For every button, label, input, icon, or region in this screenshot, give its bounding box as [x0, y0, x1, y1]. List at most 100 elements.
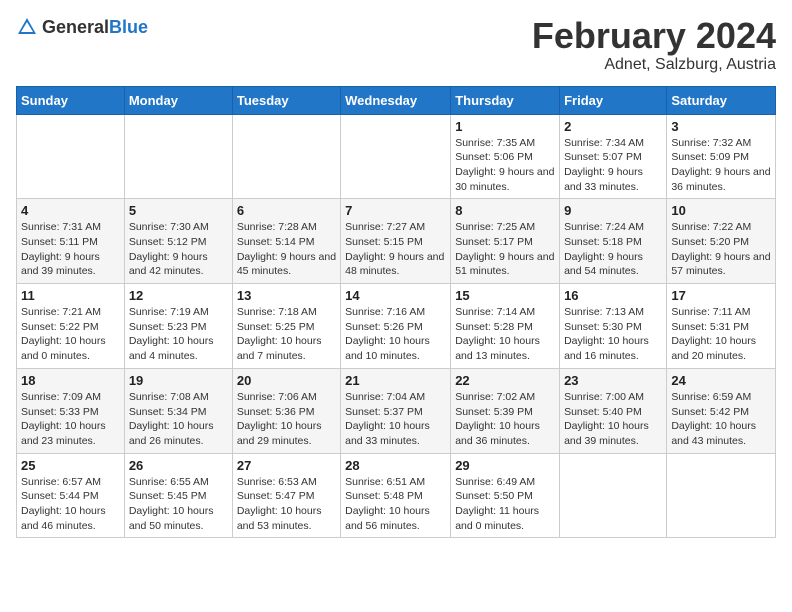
day-number: 26 — [129, 458, 228, 473]
day-number: 10 — [671, 203, 771, 218]
day-cell: 26 Sunrise: 6:55 AM Sunset: 5:45 PM Dayli… — [124, 453, 232, 538]
day-number: 11 — [21, 288, 120, 303]
day-number: 9 — [564, 203, 662, 218]
day-number: 18 — [21, 373, 120, 388]
day-number: 22 — [455, 373, 555, 388]
day-cell: 24Sunrise: 6:59 AM Sunset: 5:42 PM Dayli… — [667, 368, 776, 453]
day-cell: 1 Sunrise: 7:35 AM Sunset: 5:06 PM Daylig… — [451, 114, 560, 199]
day-cell — [341, 114, 451, 199]
day-number: 25 — [21, 458, 120, 473]
day-cell: 25Sunrise: 6:57 AM Sunset: 5:44 PM Dayli… — [17, 453, 125, 538]
day-cell: 21Sunrise: 7:04 AM Sunset: 5:37 PM Dayli… — [341, 368, 451, 453]
day-info: Sunrise: 7:31 AM Sunset: 5:11 PM Dayligh… — [21, 220, 120, 279]
day-number: 12 — [129, 288, 228, 303]
day-cell — [560, 453, 667, 538]
day-info: Sunrise: 7:11 AM Sunset: 5:31 PM Dayligh… — [671, 305, 771, 364]
day-cell — [232, 114, 340, 199]
day-cell: 20 Sunrise: 7:06 AM Sunset: 5:36 PM Dayli… — [232, 368, 340, 453]
day-cell: 9 Sunrise: 7:24 AM Sunset: 5:18 PM Daylig… — [560, 199, 667, 284]
day-info: Sunrise: 7:34 AM Sunset: 5:07 PM Dayligh… — [564, 136, 662, 195]
day-info: Sunrise: 6:51 AM Sunset: 5:48 PM Dayligh… — [345, 475, 446, 534]
day-info: Sunrise: 7:14 AM Sunset: 5:28 PM Dayligh… — [455, 305, 555, 364]
day-cell: 10 Sunrise: 7:22 AM Sunset: 5:20 PM Dayli… — [667, 199, 776, 284]
day-number: 16 — [564, 288, 662, 303]
day-number: 19 — [129, 373, 228, 388]
day-cell — [667, 453, 776, 538]
week-row-5: 25Sunrise: 6:57 AM Sunset: 5:44 PM Dayli… — [17, 453, 776, 538]
logo-blue: Blue — [109, 17, 148, 37]
day-cell: 11Sunrise: 7:21 AM Sunset: 5:22 PM Dayli… — [17, 284, 125, 369]
day-info: Sunrise: 7:04 AM Sunset: 5:37 PM Dayligh… — [345, 390, 446, 449]
day-info: Sunrise: 7:19 AM Sunset: 5:23 PM Dayligh… — [129, 305, 228, 364]
day-cell: 3Sunrise: 7:32 AM Sunset: 5:09 PM Daylig… — [667, 114, 776, 199]
day-header-saturday: Saturday — [667, 86, 776, 114]
day-info: Sunrise: 7:27 AM Sunset: 5:15 PM Dayligh… — [345, 220, 446, 279]
day-info: Sunrise: 7:30 AM Sunset: 5:12 PM Dayligh… — [129, 220, 228, 279]
day-info: Sunrise: 7:16 AM Sunset: 5:26 PM Dayligh… — [345, 305, 446, 364]
day-number: 27 — [237, 458, 336, 473]
day-cell: 5Sunrise: 7:30 AM Sunset: 5:12 PM Daylig… — [124, 199, 232, 284]
day-cell: 14 Sunrise: 7:16 AM Sunset: 5:26 PM Dayli… — [341, 284, 451, 369]
day-info: Sunrise: 7:02 AM Sunset: 5:39 PM Dayligh… — [455, 390, 555, 449]
day-info: Sunrise: 7:24 AM Sunset: 5:18 PM Dayligh… — [564, 220, 662, 279]
day-info: Sunrise: 6:55 AM Sunset: 5:45 PM Dayligh… — [129, 475, 228, 534]
day-number: 3 — [671, 119, 771, 134]
calendar-table: SundayMondayTuesdayWednesdayThursdayFrid… — [16, 86, 776, 539]
day-number: 14 — [345, 288, 446, 303]
day-cell: 4Sunrise: 7:31 AM Sunset: 5:11 PM Daylig… — [17, 199, 125, 284]
day-header-friday: Friday — [560, 86, 667, 114]
week-row-4: 18 Sunrise: 7:09 AM Sunset: 5:33 PM Dayli… — [17, 368, 776, 453]
day-cell: 19 Sunrise: 7:08 AM Sunset: 5:34 PM Dayli… — [124, 368, 232, 453]
day-header-wednesday: Wednesday — [341, 86, 451, 114]
day-cell: 27 Sunrise: 6:53 AM Sunset: 5:47 PM Dayli… — [232, 453, 340, 538]
day-number: 1 — [455, 119, 555, 134]
calendar-body: 1 Sunrise: 7:35 AM Sunset: 5:06 PM Daylig… — [17, 114, 776, 538]
day-number: 23 — [564, 373, 662, 388]
day-number: 13 — [237, 288, 336, 303]
day-header-monday: Monday — [124, 86, 232, 114]
day-number: 29 — [455, 458, 555, 473]
day-number: 24 — [671, 373, 771, 388]
day-info: Sunrise: 7:09 AM Sunset: 5:33 PM Dayligh… — [21, 390, 120, 449]
day-cell: 17 Sunrise: 7:11 AM Sunset: 5:31 PM Dayli… — [667, 284, 776, 369]
day-cell: 6 Sunrise: 7:28 AM Sunset: 5:14 PM Daylig… — [232, 199, 340, 284]
month-title: February 2024 — [532, 16, 776, 56]
day-info: Sunrise: 7:35 AM Sunset: 5:06 PM Dayligh… — [455, 136, 555, 195]
day-cell: 16 Sunrise: 7:13 AM Sunset: 5:30 PM Dayli… — [560, 284, 667, 369]
day-info: Sunrise: 6:53 AM Sunset: 5:47 PM Dayligh… — [237, 475, 336, 534]
day-number: 15 — [455, 288, 555, 303]
day-number: 7 — [345, 203, 446, 218]
day-number: 2 — [564, 119, 662, 134]
day-number: 17 — [671, 288, 771, 303]
day-info: Sunrise: 7:08 AM Sunset: 5:34 PM Dayligh… — [129, 390, 228, 449]
day-cell: 18 Sunrise: 7:09 AM Sunset: 5:33 PM Dayli… — [17, 368, 125, 453]
week-row-1: 1 Sunrise: 7:35 AM Sunset: 5:06 PM Daylig… — [17, 114, 776, 199]
day-header-tuesday: Tuesday — [232, 86, 340, 114]
day-number: 6 — [237, 203, 336, 218]
day-info: Sunrise: 7:00 AM Sunset: 5:40 PM Dayligh… — [564, 390, 662, 449]
day-header-sunday: Sunday — [17, 86, 125, 114]
logo-general: General — [42, 17, 109, 37]
day-cell: 2 Sunrise: 7:34 AM Sunset: 5:07 PM Daylig… — [560, 114, 667, 199]
day-info: Sunrise: 7:18 AM Sunset: 5:25 PM Dayligh… — [237, 305, 336, 364]
calendar-header: SundayMondayTuesdayWednesdayThursdayFrid… — [17, 86, 776, 114]
day-cell: 22 Sunrise: 7:02 AM Sunset: 5:39 PM Dayli… — [451, 368, 560, 453]
day-cell: 23 Sunrise: 7:00 AM Sunset: 5:40 PM Dayli… — [560, 368, 667, 453]
header-row: SundayMondayTuesdayWednesdayThursdayFrid… — [17, 86, 776, 114]
day-info: Sunrise: 6:49 AM Sunset: 5:50 PM Dayligh… — [455, 475, 555, 534]
title-block: February 2024 Adnet, Salzburg, Austria — [532, 16, 776, 74]
day-info: Sunrise: 7:13 AM Sunset: 5:30 PM Dayligh… — [564, 305, 662, 364]
day-cell: 13 Sunrise: 7:18 AM Sunset: 5:25 PM Dayli… — [232, 284, 340, 369]
day-info: Sunrise: 7:06 AM Sunset: 5:36 PM Dayligh… — [237, 390, 336, 449]
day-info: Sunrise: 7:28 AM Sunset: 5:14 PM Dayligh… — [237, 220, 336, 279]
week-row-2: 4Sunrise: 7:31 AM Sunset: 5:11 PM Daylig… — [17, 199, 776, 284]
day-cell: 8Sunrise: 7:25 AM Sunset: 5:17 PM Daylig… — [451, 199, 560, 284]
day-cell: 29 Sunrise: 6:49 AM Sunset: 5:50 PM Dayli… — [451, 453, 560, 538]
day-info: Sunrise: 7:22 AM Sunset: 5:20 PM Dayligh… — [671, 220, 771, 279]
day-number: 28 — [345, 458, 446, 473]
week-row-3: 11Sunrise: 7:21 AM Sunset: 5:22 PM Dayli… — [17, 284, 776, 369]
day-cell: 12 Sunrise: 7:19 AM Sunset: 5:23 PM Dayli… — [124, 284, 232, 369]
location-title: Adnet, Salzburg, Austria — [532, 56, 776, 74]
day-cell: 28 Sunrise: 6:51 AM Sunset: 5:48 PM Dayli… — [341, 453, 451, 538]
day-number: 20 — [237, 373, 336, 388]
